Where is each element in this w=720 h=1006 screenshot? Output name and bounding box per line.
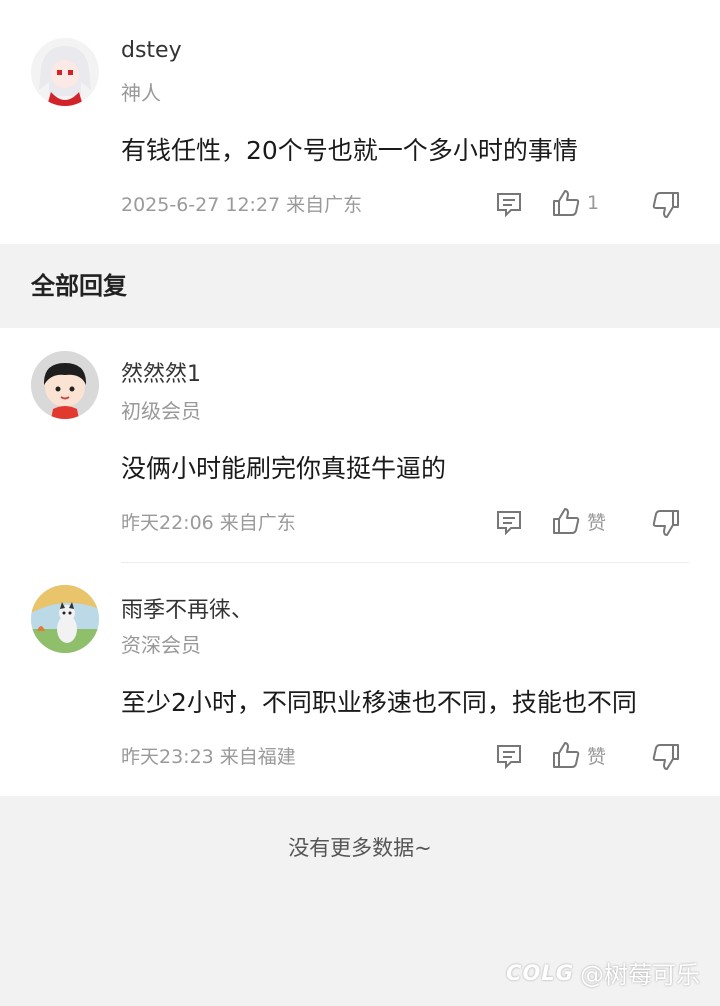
dislike-button[interactable] — [651, 508, 681, 538]
avatar[interactable] — [31, 38, 99, 106]
reply-button[interactable] — [494, 741, 524, 771]
like-label: 赞 — [587, 511, 607, 534]
like-button[interactable]: 赞 — [551, 506, 606, 536]
reply-button[interactable] — [494, 507, 524, 537]
no-more-data: 没有更多数据~ — [288, 836, 432, 860]
thumbs-up-icon — [553, 190, 580, 216]
thumbs-down-icon — [652, 510, 679, 536]
reply-content: 至少2小时，不同职业移速也不同，技能也不同 — [121, 688, 637, 717]
thumbs-down-icon — [652, 744, 679, 770]
username[interactable]: dstey — [121, 38, 182, 63]
user-level: 初级会员 — [121, 399, 201, 423]
like-count: 1 — [587, 192, 600, 214]
section-title: 全部回复 — [31, 272, 127, 300]
comment-icon — [497, 193, 521, 218]
watermark-handle: @树莓可乐 — [580, 961, 700, 989]
username[interactable]: 雨季不再徕、 — [121, 592, 253, 624]
thumbs-down-icon — [652, 192, 679, 218]
top-comment: dstey 神人 有钱任性，20个号也就一个多小时的事情 2025-6-27 1… — [0, 0, 720, 244]
reply-meta: 昨天22:06 来自广东 — [121, 512, 296, 534]
comment-meta: 2025-6-27 12:27 来自广东 — [121, 194, 363, 216]
divider — [121, 562, 689, 563]
thumbs-up-icon — [553, 742, 580, 768]
watermark: COLG @树莓可乐 — [506, 955, 700, 990]
user-level: 神人 — [121, 81, 161, 105]
username[interactable]: 然然然1 — [121, 356, 201, 388]
comment-icon — [497, 745, 521, 770]
reply-list: 然然然1 初级会员 没俩小时能刷完你真挺牛逼的 昨天22:06 来自广东 赞 雨… — [0, 328, 720, 796]
like-button[interactable]: 赞 — [551, 740, 606, 770]
like-button[interactable]: 1 — [551, 188, 599, 218]
reply-button[interactable] — [494, 189, 524, 219]
dislike-button[interactable] — [651, 742, 681, 772]
user-level: 资深会员 — [121, 633, 201, 657]
reply-meta: 昨天23:23 来自福建 — [121, 746, 296, 768]
dislike-button[interactable] — [651, 190, 681, 220]
watermark-logo: COLG — [506, 960, 574, 985]
avatar[interactable] — [31, 351, 99, 419]
thumbs-up-icon — [553, 508, 580, 534]
like-label: 赞 — [587, 745, 607, 768]
avatar[interactable] — [31, 585, 99, 653]
reply-content: 没俩小时能刷完你真挺牛逼的 — [121, 454, 447, 483]
comment-content: 有钱任性，20个号也就一个多小时的事情 — [121, 136, 578, 165]
comment-icon — [497, 511, 521, 536]
